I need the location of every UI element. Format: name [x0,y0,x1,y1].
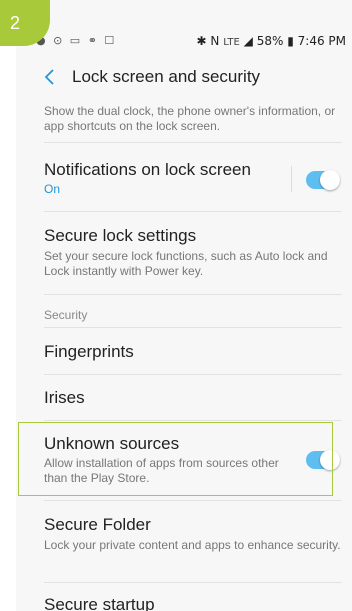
irises-item[interactable]: Irises [44,388,344,408]
battery-percent: 58% [256,34,284,48]
notifications-title: Notifications on lock screen [44,160,251,179]
unknown-sources-item[interactable]: Unknown sources Allow installation of ap… [44,434,344,486]
divider [44,500,342,501]
lock-screen-info-description[interactable]: Show the dual clock, the phone owner's i… [44,104,344,134]
notifications-status: On [44,182,61,196]
divider [44,294,342,295]
section-header-security: Security [44,308,88,322]
fingerprints-item[interactable]: Fingerprints [44,342,344,362]
clock: 7:46 PM [297,34,346,48]
step-number: 2 [10,13,21,33]
toggle-knob [320,170,340,190]
unknown-sources-title: Unknown sources [44,434,180,453]
secure-startup-title: Secure startup [44,595,155,611]
toggle-knob [320,450,340,470]
divider [44,582,342,583]
secure-folder-description: Lock your private content and apps to en… [44,538,341,552]
notification-icons: ● ⊙ ▭ ⚭ ☐ [36,34,117,47]
secure-folder-item[interactable]: Secure Folder Lock your private content … [44,515,344,553]
unknown-sources-description: Allow installation of apps from sources … [44,456,279,485]
network-icon: LTE [223,37,240,48]
divider [44,420,342,421]
notifications-on-lock-screen-item[interactable]: Notifications on lock screen On [44,160,344,196]
status-right-group: ✱ N LTE ◢ 58% ▮ 7:46 PM [197,34,347,48]
phone-screen: ● ⊙ ▭ ⚭ ☐ ✱ N LTE ◢ 58% ▮ 7:46 PM Lock s… [16,0,352,611]
secure-lock-settings-item[interactable]: Secure lock settings Set your secure loc… [44,226,344,279]
irises-title: Irises [44,388,85,407]
divider [44,211,342,212]
status-bar: ● ⊙ ▭ ⚭ ☐ ✱ N LTE ◢ 58% ▮ 7:46 PM [16,30,352,52]
bluetooth-nfc-icons: ✱ N [196,34,220,48]
battery-icon: ▮ [287,34,294,48]
chevron-left-icon[interactable] [40,64,60,90]
unknown-sources-toggle[interactable] [306,450,340,470]
secure-lock-description: Set your secure lock functions, such as … [44,249,328,278]
app-bar: Lock screen and security [16,58,352,98]
divider [44,142,342,143]
fingerprints-title: Fingerprints [44,342,134,361]
notifications-toggle[interactable] [306,170,340,190]
secure-lock-title: Secure lock settings [44,226,197,245]
toggle-separator [291,166,292,192]
page-title: Lock screen and security [72,67,261,86]
secure-startup-item[interactable]: Secure startup [44,595,344,611]
divider [44,374,342,375]
signal-icon: ◢ [243,34,253,48]
divider [44,327,342,328]
secure-folder-title: Secure Folder [44,515,151,534]
